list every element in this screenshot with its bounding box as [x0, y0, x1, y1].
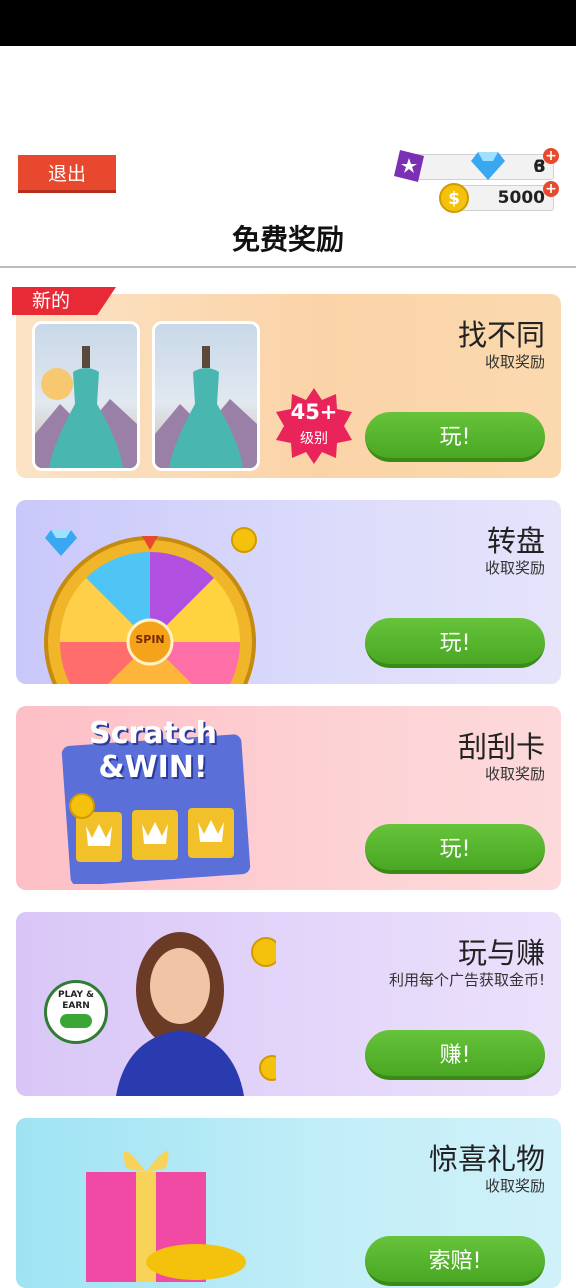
star-ticket-icon — [394, 150, 424, 182]
gem-count: 3 — [534, 157, 546, 177]
card-play-earn[interactable]: PLAY & EARN 玩与赚 利用每个广告获取金币! 赚! — [16, 912, 561, 1096]
exit-button[interactable]: 退出 — [18, 155, 116, 193]
tag-line1: PLAY & — [58, 990, 94, 1000]
level-label: 级别 — [300, 431, 328, 447]
play-button[interactable]: 玩! — [365, 824, 545, 874]
card-subtitle: 利用每个广告获取金币! — [388, 971, 545, 989]
scratch-logo-line2: &WIN! — [98, 750, 208, 785]
tag-line2: EARN — [62, 1001, 90, 1011]
claim-button[interactable]: 索赔! — [365, 1236, 545, 1286]
card-subtitle: 收取奖励 — [484, 559, 545, 577]
card-scratch[interactable]: Scratch &WIN! 刮刮卡 收取奖励 玩! — [16, 706, 561, 890]
level-badge — [276, 388, 352, 464]
card-subtitle: 收取奖励 — [484, 1177, 545, 1195]
svg-text:$: $ — [448, 189, 460, 209]
card-title: 转盘 — [486, 524, 545, 558]
earn-button[interactable]: 赚! — [365, 1030, 545, 1080]
card-title: 惊喜礼物 — [428, 1142, 545, 1176]
card-title: 玩与赚 — [457, 936, 545, 970]
play-button[interactable]: 玩! — [365, 412, 545, 462]
card-surprise-gift[interactable]: 惊喜礼物 收取奖励 索赔! — [16, 1118, 561, 1288]
card-subtitle: 收取奖励 — [484, 765, 545, 783]
card-spot-difference[interactable]: 45+ 级别 找不同 收取奖励 玩! — [16, 294, 561, 478]
coin-icon: $ — [439, 183, 469, 213]
card-title: 刮刮卡 — [457, 730, 545, 764]
play-button[interactable]: 玩! — [365, 618, 545, 668]
dress-image-right — [152, 321, 260, 471]
scratch-logo-line1: Scratch — [89, 716, 217, 751]
card-wheel[interactable]: SPIN 转盘 收取奖励 玩! — [16, 500, 561, 684]
page-title: 免费奖励 — [231, 223, 344, 256]
header-divider — [0, 266, 576, 268]
toggle-icon — [60, 1014, 92, 1028]
gift-box-image — [86, 1150, 246, 1282]
add-coins-icon[interactable]: + — [543, 181, 559, 197]
level-value: 45+ — [290, 400, 338, 424]
spin-label: SPIN — [135, 633, 165, 646]
status-bar — [0, 0, 576, 46]
gem-icon — [45, 530, 77, 556]
coin-icon — [231, 527, 257, 553]
dress-image-left — [32, 321, 140, 471]
card-subtitle: 收取奖励 — [484, 353, 545, 371]
card-title: 找不同 — [457, 318, 545, 352]
